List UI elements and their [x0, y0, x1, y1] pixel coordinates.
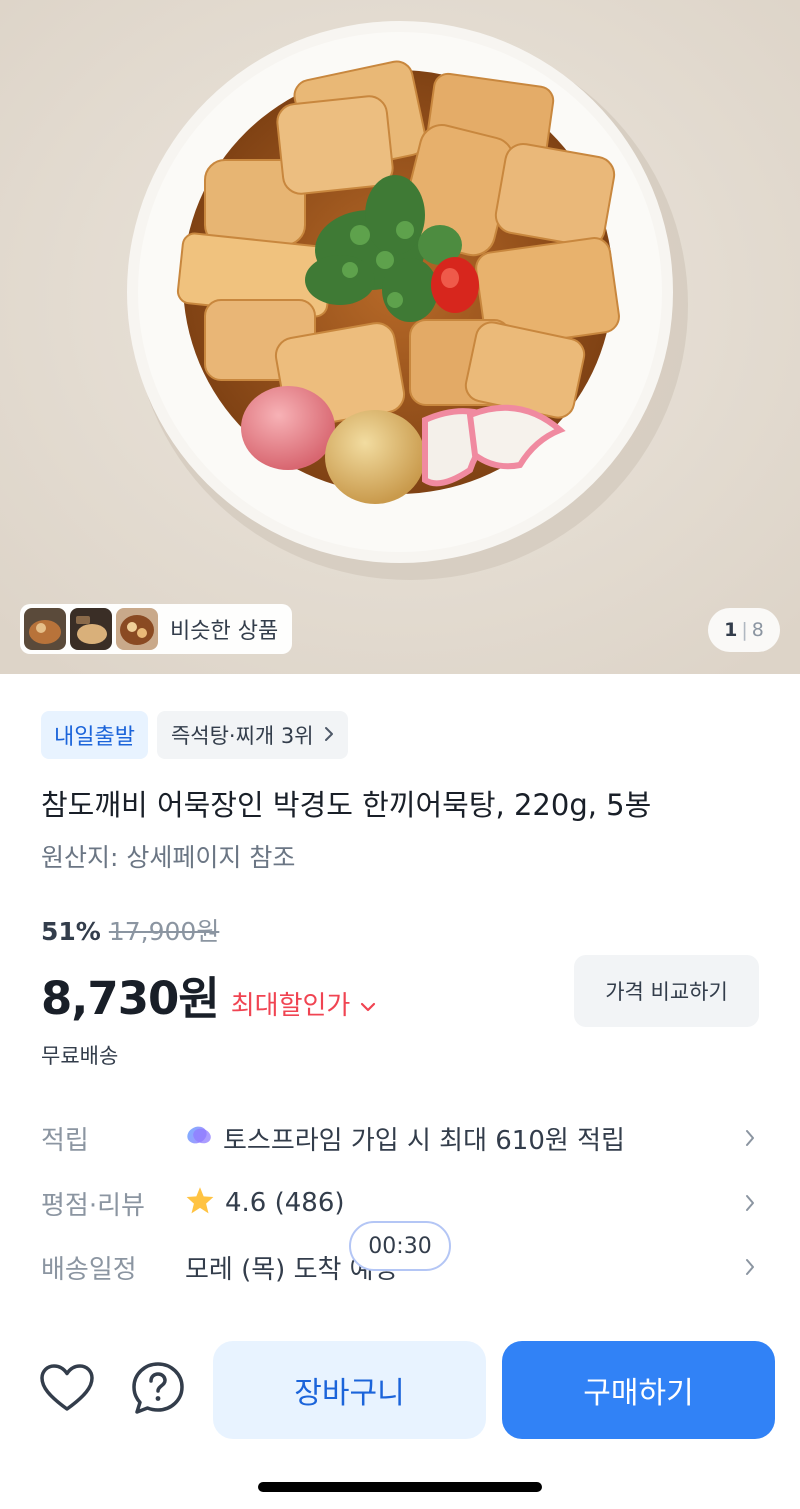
similar-product-thumbnail	[24, 608, 66, 650]
product-title: 참도깨비 어묵장인 박경도 한끼어묵탕, 220g, 5봉	[41, 788, 652, 822]
image-page-counter: 1 | 8	[708, 608, 780, 652]
chevron-right-icon	[740, 1258, 760, 1276]
rating-value-group: 4.6 (486)	[185, 1186, 740, 1221]
buy-now-button[interactable]: 구매하기	[502, 1341, 775, 1439]
sale-price: 8,730원	[41, 972, 220, 1025]
price-compare-button[interactable]: 가격 비교하기	[574, 955, 759, 1027]
category-ranking-badge[interactable]: 즉석탕·찌개 3위	[156, 711, 348, 759]
original-price: 17,900원	[108, 917, 220, 946]
delivery-label: 배송일정	[41, 1254, 137, 1285]
similar-product-thumbnail	[70, 608, 112, 650]
chevron-down-icon	[360, 989, 376, 1019]
fish-cake-soup-photo	[0, 0, 800, 674]
countdown-timer: 00:30	[349, 1221, 451, 1271]
similar-products-chip[interactable]: 비슷한 상품	[20, 604, 293, 654]
inquiry-button[interactable]	[128, 1360, 188, 1420]
points-label: 적립	[41, 1125, 89, 1156]
chevron-right-icon	[740, 1129, 760, 1147]
chevron-right-icon	[324, 723, 334, 747]
discount-row: 51% 17,900원	[41, 912, 219, 948]
wishlist-button[interactable]	[37, 1360, 97, 1420]
max-discount-toggle[interactable]: 최대할인가	[231, 985, 377, 1022]
price-row: 8,730원 최대할인가	[41, 962, 376, 1027]
shipping-info: 무료배송	[41, 1044, 119, 1068]
heart-icon	[39, 1363, 95, 1417]
badge-row: 내일출발 즉석탕·찌개 3위	[41, 711, 348, 759]
similar-product-thumbnail	[116, 608, 158, 650]
toss-prime-icon	[185, 1123, 213, 1154]
rating-label: 평점·리뷰	[41, 1190, 145, 1221]
max-discount-label: 최대할인가	[230, 991, 351, 1021]
page-current: 1	[724, 619, 738, 641]
product-image[interactable]: 비슷한 상품 1 | 8	[0, 0, 800, 674]
tomorrow-departure-badge: 내일출발	[41, 711, 148, 759]
points-value-group: 토스프라임 가입 시 최대 610원 적립	[185, 1120, 740, 1157]
points-value: 토스프라임 가입 시 최대 610원 적립	[223, 1125, 625, 1156]
category-ranking-label: 즉석탕·찌개 3위	[170, 724, 314, 748]
discount-rate: 51%	[41, 917, 101, 946]
page-total: 8	[751, 619, 764, 641]
similar-products-label: 비슷한 상품	[170, 619, 279, 644]
home-indicator[interactable]	[258, 1482, 542, 1492]
question-bubble-icon	[130, 1360, 186, 1420]
rating-value: 4.6 (486)	[225, 1188, 345, 1218]
page-separator: |	[741, 619, 748, 641]
star-icon	[185, 1186, 215, 1221]
delivery-value: 모레 (목) 도착 예정	[185, 1254, 398, 1285]
chevron-right-icon	[740, 1194, 760, 1212]
origin-info: 원산지: 상세페이지 참조	[41, 843, 296, 872]
points-row[interactable]: 적립 토스프라임 가입 시 최대 610원 적립	[41, 1113, 760, 1163]
add-to-cart-button[interactable]: 장바구니	[213, 1341, 486, 1439]
